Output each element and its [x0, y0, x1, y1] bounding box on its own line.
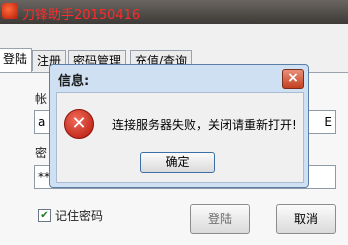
close-icon[interactable]: ×	[282, 69, 304, 89]
dialog-body: ✕ 连接服务器失败，关闭请重新打开! 确定	[56, 92, 304, 183]
error-icon: ✕	[64, 109, 94, 139]
ok-button[interactable]: 确定	[140, 152, 215, 173]
window-titlebar: 刀锋助手20150416	[0, 0, 348, 24]
account-input-edge: E	[324, 115, 332, 129]
app-logo-icon	[2, 3, 18, 19]
dialog-message: 连接服务器失败，关闭请重新打开!	[112, 118, 297, 132]
login-button[interactable]: 登陆	[190, 204, 250, 234]
error-dialog: 信息: × ✕ 连接服务器失败，关闭请重新打开! 确定	[49, 64, 309, 188]
cancel-button[interactable]: 取消	[276, 204, 336, 234]
account-value: a	[38, 115, 46, 129]
remember-checkbox[interactable]: ✔	[38, 209, 51, 222]
password-label: 密	[35, 146, 48, 160]
account-label: 帐	[35, 92, 48, 106]
remember-label: 记住密码	[55, 209, 104, 223]
window-title: 刀锋助手20150416	[22, 8, 141, 23]
dialog-title: 信息:	[58, 74, 90, 89]
tab-login[interactable]: 登陆	[0, 48, 33, 73]
